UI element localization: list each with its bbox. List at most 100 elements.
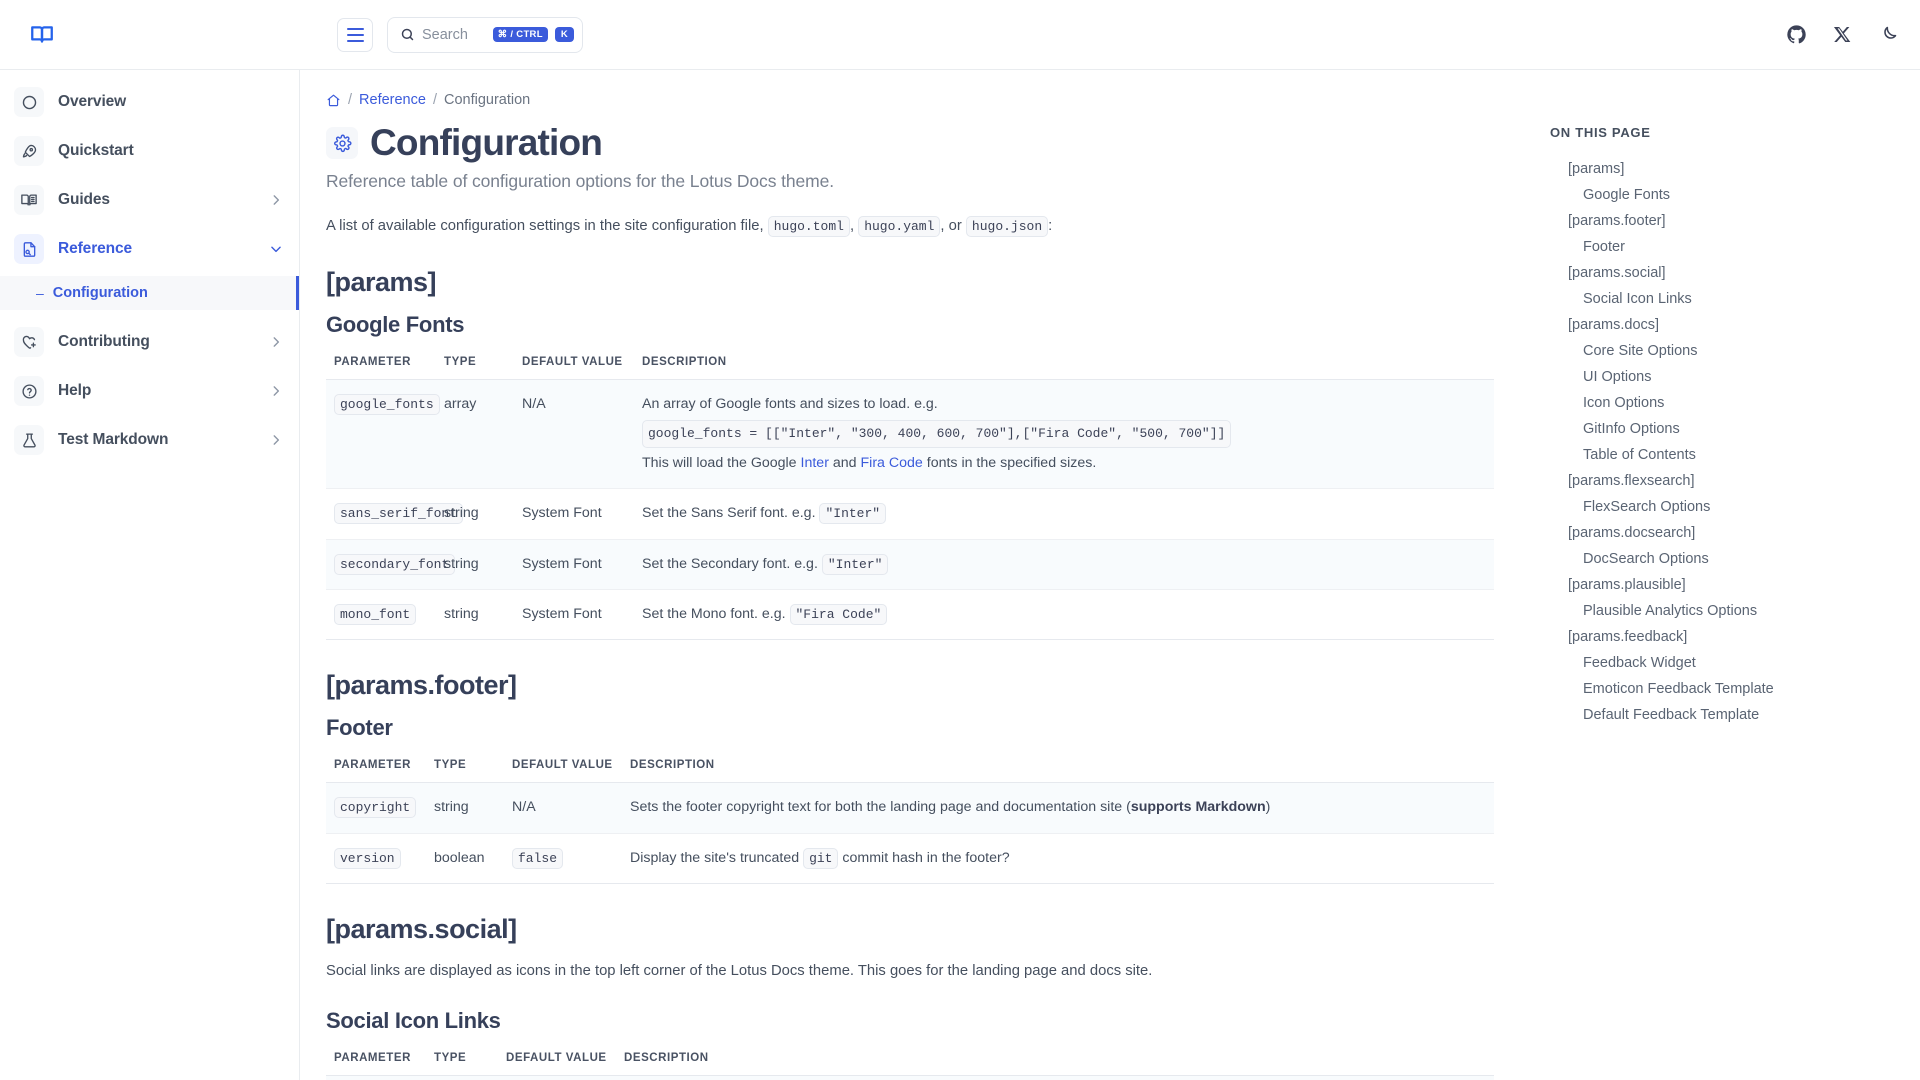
- table-row: secondary_font string System Font Set th…: [326, 539, 1494, 589]
- main-content: / Reference / Configuration Configuratio…: [300, 70, 1550, 1080]
- hamburger-menu-button[interactable]: [337, 18, 373, 52]
- table-header-row: PARAMETER TYPE DEFAULT VALUE DESCRIPTION: [326, 759, 1494, 783]
- sidebar-item-quickstart[interactable]: Quickstart: [14, 133, 287, 169]
- table-row: version boolean false Display the site's…: [326, 833, 1494, 883]
- sidebar-subitem-configuration[interactable]: – Configuration: [0, 276, 299, 310]
- col-header-parameter: PARAMETER: [326, 759, 426, 783]
- toc-item[interactable]: Emoticon Feedback Template: [1550, 676, 1920, 702]
- toc-heading: ON THIS PAGE: [1550, 125, 1920, 140]
- site-logo[interactable]: [12, 22, 72, 48]
- link-inter[interactable]: Inter: [801, 455, 829, 471]
- param-name: version: [334, 848, 401, 869]
- toc-item[interactable]: DocSearch Options: [1550, 546, 1920, 572]
- desc-code-inline: "Inter": [819, 503, 886, 524]
- toc-item[interactable]: [params.feedback]: [1550, 624, 1920, 650]
- desc-line-3-c: fonts in the specified sizes.: [927, 455, 1097, 471]
- rocket-icon: [14, 136, 44, 166]
- param-description: Sets the footer copyright text for both …: [622, 783, 1494, 833]
- toc-item[interactable]: Icon Options: [1550, 390, 1920, 416]
- col-header-description: DESCRIPTION: [616, 1052, 1494, 1076]
- breadcrumb-link-reference[interactable]: Reference: [359, 92, 426, 108]
- toc-item[interactable]: [params.docs]: [1550, 312, 1920, 338]
- question-circle-icon: [14, 376, 44, 406]
- sidebar-item-reference[interactable]: Reference: [14, 231, 287, 267]
- toc-item[interactable]: [params.docsearch]: [1550, 520, 1920, 546]
- code-hugo-yaml: hugo.yaml: [858, 216, 940, 237]
- param-description: Display the site's truncated git commit …: [622, 833, 1494, 883]
- section-heading-params-social: [params.social]: [326, 914, 1550, 945]
- desc-code-inline: "Inter": [822, 554, 889, 575]
- desc-text: Set the Mono font. e.g.: [642, 606, 786, 622]
- dash-marker: –: [36, 286, 44, 300]
- param-name: copyright: [334, 797, 416, 818]
- desc-text: Set the Secondary font. e.g.: [642, 556, 818, 572]
- toc-item[interactable]: Table of Contents: [1550, 442, 1920, 468]
- chevron-right-icon: [269, 335, 283, 349]
- page-subtitle: Reference table of configuration options…: [326, 171, 1550, 192]
- toc-item[interactable]: GitInfo Options: [1550, 416, 1920, 442]
- intro-or: , or: [940, 218, 961, 234]
- param-type: string: [426, 783, 504, 833]
- intro-paragraph: A list of available configuration settin…: [326, 214, 1550, 239]
- param-default: System Font: [514, 539, 634, 589]
- flask-icon: [14, 425, 44, 455]
- toc-item[interactable]: Core Site Options: [1550, 338, 1920, 364]
- toc-item[interactable]: Feedback Widget: [1550, 650, 1920, 676]
- toc-item[interactable]: Social Icon Links: [1550, 286, 1920, 312]
- table-row: copyright string N/A Sets the footer cop…: [326, 783, 1494, 833]
- search-shortcut-modifier: ⌘ / CTRL: [493, 27, 548, 43]
- hamburger-bar: [347, 34, 364, 36]
- toc-item[interactable]: Plausible Analytics Options: [1550, 598, 1920, 624]
- toc-list: [params]Google Fonts[params.footer]Foote…: [1550, 156, 1920, 728]
- param-description: An array of Google fonts and sizes to lo…: [634, 379, 1494, 488]
- link-fira-code[interactable]: Fira Code: [861, 455, 923, 471]
- param-description: Set the Secondary font. e.g. "Inter": [634, 539, 1494, 589]
- toc-item[interactable]: [params.social]: [1550, 260, 1920, 286]
- param-name: secondary_font: [334, 554, 455, 575]
- sidebar-item-help[interactable]: Help: [14, 373, 287, 409]
- breadcrumb-current: Configuration: [444, 92, 530, 108]
- sidebar-item-label: Contributing: [58, 333, 150, 351]
- sidebar-item-guides[interactable]: Guides: [14, 182, 287, 218]
- sidebar-item-overview[interactable]: Overview: [14, 84, 287, 120]
- breadcrumb-separator: /: [348, 92, 352, 108]
- toc-item[interactable]: [params.footer]: [1550, 208, 1920, 234]
- search-placeholder: Search: [422, 27, 486, 43]
- desc-text-b: commit hash in the footer?: [842, 850, 1009, 866]
- param-default: N/A: [514, 379, 634, 488]
- search-input[interactable]: Search ⌘ / CTRL K: [387, 17, 583, 53]
- sidebar-item-label: Overview: [58, 93, 126, 111]
- param-type: string: [436, 489, 514, 539]
- toc-item[interactable]: UI Options: [1550, 364, 1920, 390]
- toc-item[interactable]: Default Feedback Template: [1550, 702, 1920, 728]
- chevron-right-icon: [269, 193, 283, 207]
- sidebar-item-contributing[interactable]: Contributing: [14, 324, 287, 360]
- toc-item[interactable]: FlexSearch Options: [1550, 494, 1920, 520]
- sidebar-item-label: Quickstart: [58, 142, 134, 160]
- col-header-type: TYPE: [426, 759, 504, 783]
- desc-text: Set the Sans Serif font. e.g.: [642, 505, 816, 521]
- toc-item[interactable]: Footer: [1550, 234, 1920, 260]
- toc-item[interactable]: [params.flexsearch]: [1550, 468, 1920, 494]
- breadcrumb-separator: /: [433, 92, 437, 108]
- param-description: Set the Mono font. e.g. "Fira Code": [634, 589, 1494, 639]
- sidebar-item-label: Guides: [58, 191, 110, 209]
- toc-item[interactable]: [params.plausible]: [1550, 572, 1920, 598]
- google-fonts-table: PARAMETER TYPE DEFAULT VALUE DESCRIPTION…: [326, 356, 1494, 641]
- sidebar-item-test-markdown[interactable]: Test Markdown: [14, 422, 287, 458]
- footer-table: PARAMETER TYPE DEFAULT VALUE DESCRIPTION…: [326, 759, 1494, 884]
- home-icon[interactable]: [326, 93, 341, 108]
- hamburger-bar: [347, 28, 364, 30]
- code-hugo-json: hugo.json: [966, 216, 1048, 237]
- dark-mode-icon[interactable]: [1878, 25, 1898, 45]
- github-icon[interactable]: [1786, 24, 1807, 45]
- toc-item[interactable]: Google Fonts: [1550, 182, 1920, 208]
- toc-item[interactable]: [params]: [1550, 156, 1920, 182]
- x-twitter-icon[interactable]: [1833, 25, 1852, 44]
- col-header-parameter: PARAMETER: [326, 1052, 426, 1076]
- subsection-heading-footer: Footer: [326, 715, 1550, 741]
- subsection-heading-google-fonts: Google Fonts: [326, 312, 1550, 338]
- page-title: Configuration: [370, 123, 602, 164]
- heart-plus-icon: [14, 327, 44, 357]
- intro-comma: ,: [850, 218, 854, 234]
